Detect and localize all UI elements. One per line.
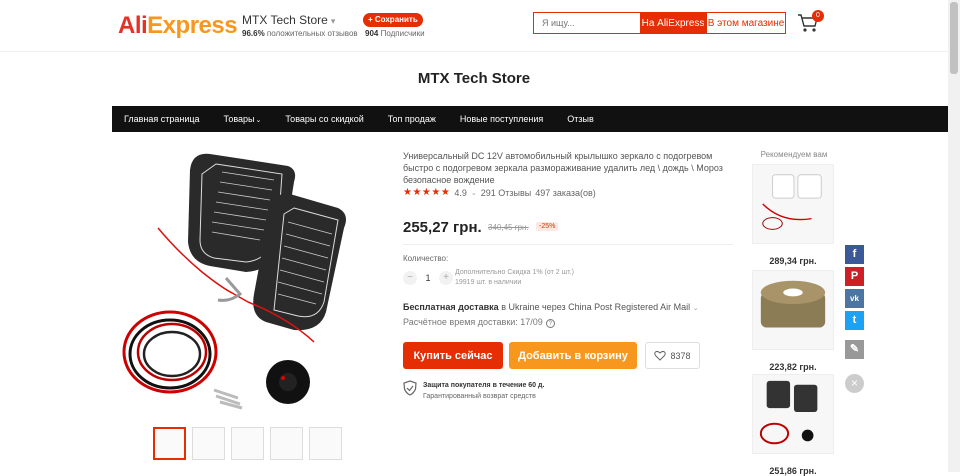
shield-check-icon (403, 380, 417, 396)
divider (403, 244, 733, 245)
wishlist-button[interactable]: 8378 (645, 342, 700, 369)
nav-products[interactable]: Товары⌄ (212, 114, 274, 124)
reviews-count[interactable]: 291 Отзывы (481, 188, 531, 198)
minus-icon[interactable]: − (403, 271, 417, 285)
close-icon[interactable]: × (845, 374, 864, 393)
recommended-image (752, 164, 834, 244)
recommended-title: Рекомендуем вам (760, 150, 828, 159)
store-name-dropdown[interactable]: MTX Tech Store ▾ (242, 13, 335, 27)
rating-stars-icon: ★★★★★ (403, 187, 451, 198)
orders-count: 497 заказа(ов) (535, 187, 596, 198)
search-aliexpress-button[interactable]: На AliExpress (640, 13, 706, 33)
protection-subtitle: Гарантированный возврат средств (423, 393, 536, 400)
store-banner-title: MTX Tech Store (417, 70, 531, 87)
product-main-image[interactable] (118, 142, 352, 418)
subscribers-count: 904 Подписчики (365, 29, 425, 38)
protection-title: Защита покупателя в течение 60 д. (423, 382, 545, 389)
chevron-down-icon: ⌄ (692, 305, 699, 312)
thumbnail-4[interactable] (270, 427, 303, 460)
follow-store-button[interactable]: + Сохранить (363, 13, 423, 27)
shipping-info[interactable]: Бесплатная доставка в Ukraine через Chin… (403, 302, 699, 312)
search-store-button[interactable]: В этом магазине (706, 13, 785, 33)
product-thumbnails (153, 427, 342, 460)
chevron-down-icon: ⌄ (470, 189, 477, 197)
recommended-item[interactable]: 289,34 грн. (752, 164, 834, 266)
recommended-image (752, 270, 834, 350)
top-header: AliExpress MTX Tech Store ▾ 96.6% положит… (0, 0, 948, 52)
buy-now-button[interactable]: Купить сейчас (403, 342, 503, 369)
chevron-down-icon: ▾ (330, 16, 336, 26)
rating-value[interactable]: 4.9 (454, 188, 467, 198)
thumbnail-5[interactable] (309, 427, 342, 460)
search-bar: На AliExpress В этом магазине (533, 12, 786, 34)
search-input[interactable] (534, 13, 640, 33)
vk-icon[interactable]: vk (845, 289, 864, 308)
nav-home[interactable]: Главная страница (112, 114, 212, 124)
scrollbar-thumb[interactable] (950, 2, 958, 74)
recommended-image (752, 374, 834, 454)
chevron-down-icon: ⌄ (255, 117, 262, 124)
delivery-time: Расчётное время доставки: 17/09? (403, 317, 555, 328)
nav-feedback[interactable]: Отзыв (555, 114, 606, 124)
nav-new-arrivals[interactable]: Новые поступления (448, 114, 555, 124)
recommended-item[interactable]: 223,82 грн. (752, 270, 834, 372)
aliexpress-logo[interactable]: AliExpress (118, 12, 238, 40)
help-icon[interactable]: ? (545, 319, 555, 328)
facebook-icon[interactable]: f (845, 245, 864, 264)
buyer-protection: Защита покупателя в течение 60 д. Гарант… (403, 380, 544, 402)
discount-badge: -25% (536, 222, 559, 231)
cart-count-badge: 0 (812, 10, 824, 22)
product-title: Универсальный DC 12V автомобильный крылы… (403, 151, 723, 185)
quantity-value[interactable]: 1 (423, 273, 433, 283)
thumbnail-1[interactable] (153, 427, 186, 460)
add-to-cart-button[interactable]: Добавить в корзину (509, 342, 637, 369)
quantity-stepper: − 1 + (403, 271, 453, 285)
old-price: 340,45 грн. (488, 223, 529, 232)
twitter-icon[interactable]: t (845, 311, 864, 330)
edit-icon[interactable]: ✎ (845, 340, 864, 359)
heart-icon (654, 350, 667, 361)
store-nav: Главная страница Товары⌄ Товары со скидк… (112, 106, 950, 132)
nav-top-sellers[interactable]: Топ продаж (376, 114, 448, 124)
thumbnail-2[interactable] (192, 427, 225, 460)
current-price: 255,27 грн. (403, 219, 482, 236)
quantity-note: Дополнительно Скидка 1% (от 2 шт.) 19919… (455, 269, 574, 286)
quantity-label: Количество: (403, 254, 449, 263)
store-feedback: 96.6% положительных отзывов (242, 29, 358, 38)
plus-icon[interactable]: + (439, 271, 453, 285)
thumbnail-3[interactable] (231, 427, 264, 460)
recommended-item[interactable]: 251,86 грн. (752, 374, 834, 476)
nav-sale[interactable]: Товары со скидкой (273, 114, 375, 124)
pinterest-icon[interactable]: P (845, 267, 864, 286)
rating-row: ★★★★★ 4.9 ⌄ 291 Отзывы 497 заказа(ов) (403, 187, 596, 198)
